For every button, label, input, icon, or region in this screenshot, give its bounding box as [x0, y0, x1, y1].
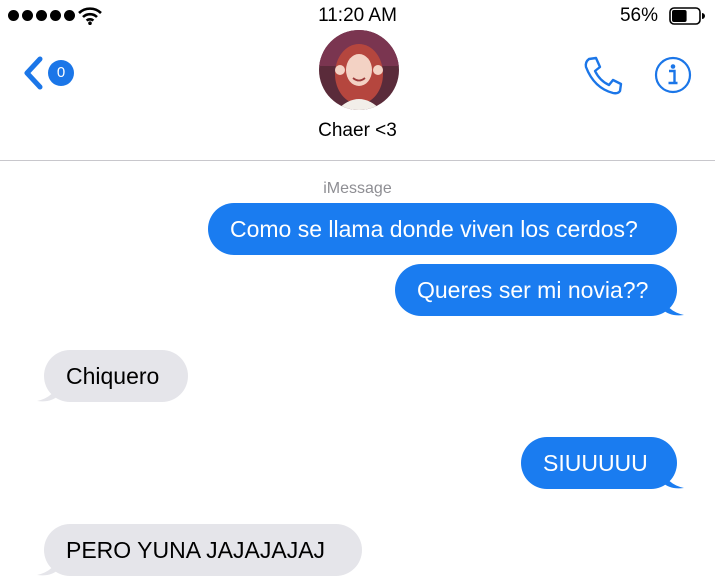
info-icon [654, 56, 692, 94]
avatar-photo [319, 30, 399, 110]
message-bubble-sent[interactable]: SIUUUUU [521, 437, 677, 489]
message-text: SIUUUUU [543, 450, 648, 476]
message-text: Como se llama donde viven los cerdos? [230, 216, 638, 242]
message-bubble-sent[interactable]: Como se llama donde viven los cerdos? [208, 203, 677, 255]
service-label: iMessage [323, 180, 392, 197]
bubble-tail-received [37, 555, 59, 576]
message-bubble-received[interactable]: Chiquero [44, 350, 188, 402]
contact-avatar[interactable] [319, 30, 399, 110]
back-chevron-icon [24, 56, 43, 90]
message-bubble-sent[interactable]: Queres ser mi novia?? [395, 264, 677, 316]
status-time: 11:20 AM [318, 5, 397, 26]
info-button[interactable] [654, 56, 692, 94]
contact-name[interactable]: Chaer <3 [0, 120, 715, 142]
status-bar: 11:20 AM 56% [0, 0, 715, 34]
phone-icon [584, 56, 623, 95]
message-bubble-received[interactable]: PERO YUNA JAJAJAJAJ [44, 524, 362, 576]
battery-percent: 56% [619, 5, 658, 26]
bubble-tail-sent [662, 468, 684, 489]
phone-button[interactable] [582, 54, 624, 96]
message-text: Queres ser mi novia?? [417, 277, 649, 303]
back-button[interactable]: 0 [22, 52, 82, 92]
message-text: Chiquero [66, 363, 160, 389]
bubble-tail-received [37, 381, 59, 402]
message-text: PERO YUNA JAJAJAJAJ [66, 537, 326, 563]
conversation-header: 0 Chaer <3 [0, 30, 715, 161]
bubble-tail-sent [662, 295, 684, 316]
battery-icon [669, 7, 705, 25]
unread-badge: 0 [48, 60, 74, 86]
